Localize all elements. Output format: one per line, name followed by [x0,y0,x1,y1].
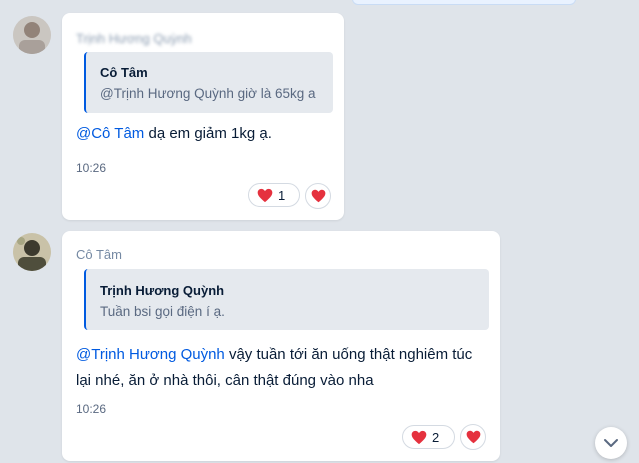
quote-author: Cô Tâm [100,65,148,80]
mention-link[interactable]: @Cô Tâm [76,125,144,142]
heart-icon [257,188,273,202]
message-time: 10:26 [76,161,107,175]
avatar[interactable] [13,16,51,54]
message-text: @Cô Tâm dạ em giảm 1kg ạ. [76,121,272,147]
reaction-summary[interactable]: 2 [402,425,455,449]
message-text: @Trịnh Hương Quỳnh vậy tuần tới ăn uống … [76,342,472,394]
quoted-message[interactable]: Trịnh Hương Quỳnh Tuần bsi gọi điện í ạ. [84,269,489,330]
message-body-line-1: vậy tuần tới ăn uống thật nghiêm túc [224,346,473,363]
reaction-summary[interactable]: 1 [248,183,300,207]
react-button[interactable] [460,424,486,450]
quoted-message[interactable]: Cô Tâm @Trịnh Hương Quỳnh giờ là 65kg a [84,52,333,113]
quote-author: Trịnh Hương Quỳnh [100,283,225,298]
message-body-line-2: lại nhé, ăn ở nhà thôi, cân thật đúng và… [76,372,374,389]
scroll-to-bottom-button[interactable] [595,427,627,459]
heart-icon [411,430,427,444]
heart-icon [466,430,480,444]
previous-message-edge [352,0,576,5]
chevron-down-icon [604,439,618,447]
message-bubble: Trịnh Hương Quỳnh Cô Tâm @Trịnh Hương Qu… [62,13,344,220]
message-time: 10:26 [76,402,107,416]
sender-name: Trịnh Hương Quỳnh [76,31,192,46]
heart-icon [311,189,325,203]
reaction-count: 1 [278,187,286,203]
sender-name: Cô Tâm [76,247,122,262]
message-bubble: Cô Tâm Trịnh Hương Quỳnh Tuần bsi gọi đi… [62,231,500,461]
mention-link[interactable]: @Trịnh Hương Quỳnh [76,346,225,363]
quote-text: @Trịnh Hương Quỳnh giờ là 65kg a [100,86,316,101]
message-body: dạ em giảm 1kg ạ. [144,125,272,142]
react-button[interactable] [305,183,331,209]
avatar[interactable] [13,233,51,271]
quote-text: Tuần bsi gọi điện í ạ. [100,304,225,319]
reaction-count: 2 [432,429,440,445]
